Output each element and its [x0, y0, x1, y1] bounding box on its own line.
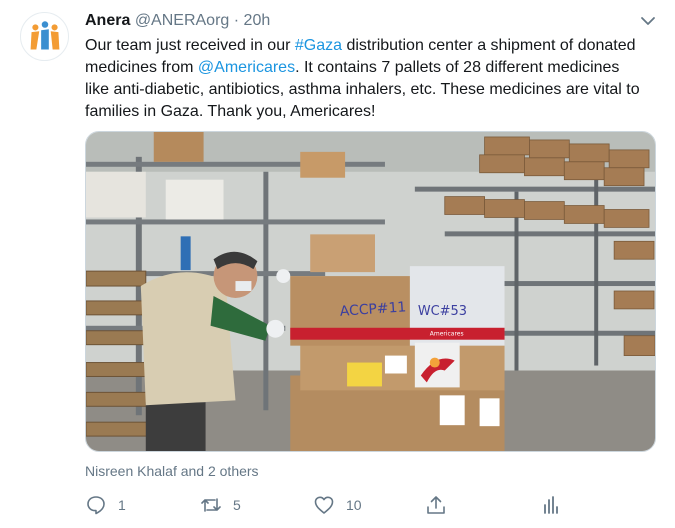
analytics-icon	[544, 496, 558, 514]
box-marking: WC#53	[418, 304, 467, 319]
liked-by[interactable]: Nisreen Khalaf and 2 others	[85, 462, 259, 480]
anera-logo	[30, 21, 60, 50]
separator-dot: ·	[233, 12, 240, 29]
tweet-photo[interactable]: ACCP#11 WC#53 Americares	[85, 131, 656, 452]
reply-count: 1	[118, 497, 126, 513]
tweet-text-segment: Our team just received in our	[85, 37, 295, 54]
box-marking: Americares	[430, 331, 464, 338]
author-handle[interactable]: @ANERAorg	[135, 12, 230, 29]
retweet-icon	[201, 498, 221, 512]
author-name[interactable]: Anera	[85, 12, 130, 29]
reply-button[interactable]: 1	[85, 491, 126, 519]
tweet-timestamp[interactable]: 20h	[244, 12, 271, 29]
tweet[interactable]: Anera @ANERAorg · 20h Our team just rece…	[0, 0, 675, 528]
like-icon	[314, 496, 334, 514]
analytics-button[interactable]	[540, 491, 562, 519]
hashtag-gaza-link[interactable]: #Gaza	[295, 37, 342, 54]
chevron-down-icon[interactable]	[637, 10, 659, 32]
warehouse-photo: ACCP#11 WC#53 Americares	[86, 132, 655, 451]
share-button[interactable]	[425, 491, 447, 519]
retweet-count: 5	[233, 497, 241, 513]
tweet-header: Anera @ANERAorg · 20h	[85, 11, 270, 31]
share-icon	[427, 496, 445, 514]
like-button[interactable]: 10	[313, 491, 362, 519]
reply-icon	[87, 496, 105, 515]
tweet-text: Our team just received in our #Gaza dist…	[85, 35, 645, 123]
tweet-actions: 1 5 10	[85, 491, 656, 519]
like-count: 10	[346, 497, 362, 513]
mention-americares-link[interactable]: @Americares	[198, 59, 295, 76]
retweet-button[interactable]: 5	[200, 491, 241, 519]
author-avatar[interactable]	[20, 12, 69, 61]
